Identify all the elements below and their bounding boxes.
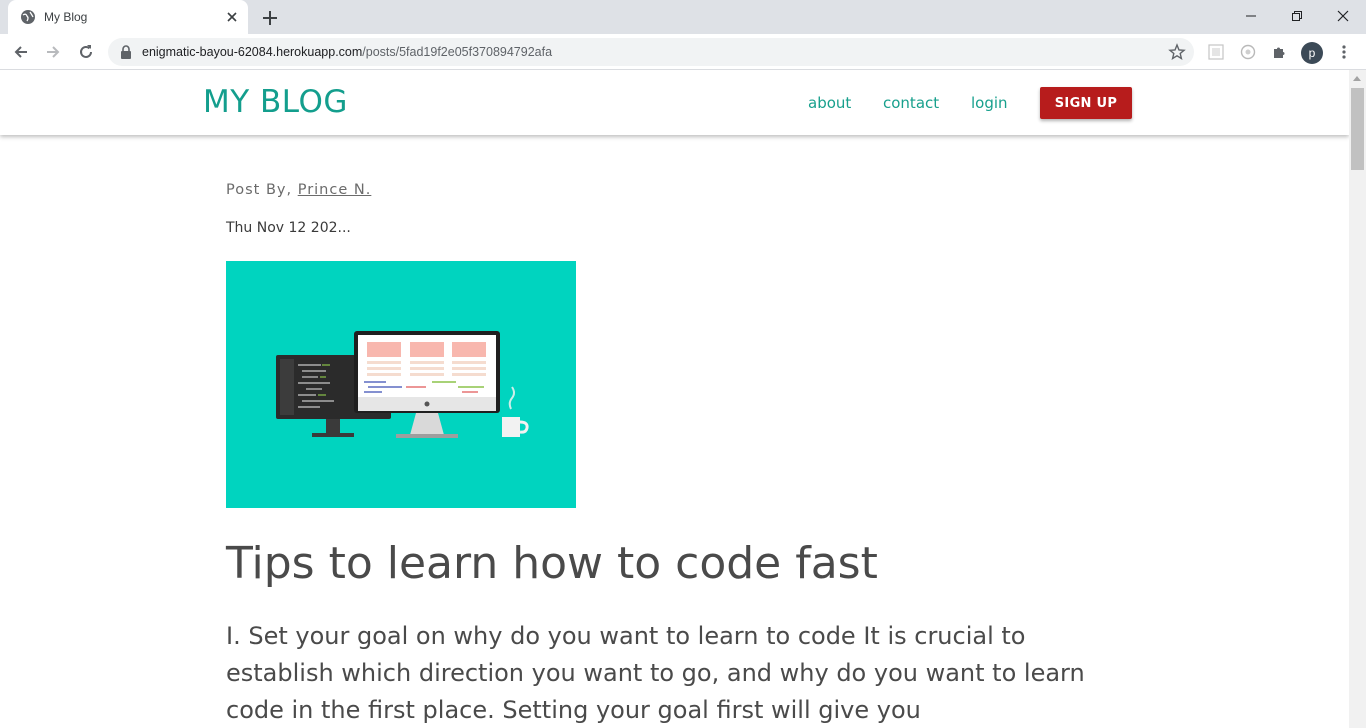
forward-button[interactable]	[41, 40, 65, 64]
menu-button[interactable]	[1334, 42, 1354, 62]
url-text: enigmatic-bayou-62084.herokuapp.com/post…	[142, 45, 552, 59]
close-icon[interactable]	[224, 9, 240, 25]
scroll-up-arrow-icon[interactable]	[1353, 76, 1361, 81]
site-logo[interactable]: MY BLOG	[203, 84, 348, 120]
address-bar[interactable]: enigmatic-bayou-62084.herokuapp.com/post…	[108, 38, 1194, 66]
reload-icon	[80, 45, 92, 58]
minimize-button[interactable]	[1228, 4, 1274, 28]
post-hero-image	[226, 261, 576, 508]
tab-strip: My Blog	[0, 0, 1366, 34]
bookmark-star-icon[interactable]	[1168, 43, 1186, 61]
extension-button-1[interactable]	[1206, 42, 1226, 62]
post-title: Tips to learn how to code fast	[226, 538, 878, 589]
extension-button-2[interactable]	[1238, 42, 1258, 62]
browser-toolbar: enigmatic-bayou-62084.herokuapp.com/post…	[0, 34, 1366, 70]
minimize-icon	[1246, 15, 1256, 17]
restore-icon	[1292, 11, 1302, 21]
browser-tab[interactable]: My Blog	[8, 0, 248, 34]
page-scrollbar[interactable]	[1349, 70, 1366, 728]
extension-placeholder-icon	[1208, 44, 1224, 60]
url-path: /posts/5fad19f2e05f370894792afa	[362, 45, 553, 59]
puzzle-icon	[1274, 47, 1285, 58]
lock-icon	[121, 45, 131, 59]
nav-login-link[interactable]: login	[971, 94, 1008, 112]
more-vert-icon	[1342, 45, 1346, 59]
close-window-button[interactable]	[1320, 4, 1366, 28]
profile-avatar[interactable]: p	[1301, 42, 1323, 64]
nav-about-link[interactable]: about	[808, 94, 851, 112]
restore-button[interactable]	[1274, 4, 1320, 28]
site-header: MY BLOG about contact login SIGN UP	[0, 70, 1349, 135]
close-window-icon	[1337, 10, 1349, 22]
back-arrow-icon	[14, 46, 27, 58]
reload-button[interactable]	[74, 40, 98, 64]
post-date: Thu Nov 12 202...	[226, 220, 351, 236]
new-tab-icon[interactable]	[260, 8, 280, 28]
extension-circle-icon	[1240, 44, 1256, 60]
page-viewport: MY BLOG about contact login SIGN UP Post…	[0, 70, 1366, 728]
back-button[interactable]	[9, 40, 33, 64]
post-by-label: Post By,	[226, 182, 293, 198]
extensions-button[interactable]	[1270, 42, 1290, 62]
nav-contact-link[interactable]: contact	[883, 94, 939, 112]
post-body: I. Set your goal on why do you want to l…	[226, 622, 1085, 724]
tab-title: My Blog	[44, 10, 88, 24]
globe-icon	[21, 10, 35, 24]
computer-illustration	[276, 331, 529, 438]
forward-arrow-icon	[47, 46, 60, 58]
signup-button[interactable]: SIGN UP	[1040, 87, 1132, 119]
url-host: enigmatic-bayou-62084.herokuapp.com	[142, 45, 363, 59]
author-link[interactable]: Prince N.	[298, 182, 372, 198]
post-author-line: Post By, Prince N.	[226, 182, 371, 198]
scrollbar-thumb[interactable]	[1351, 88, 1364, 170]
